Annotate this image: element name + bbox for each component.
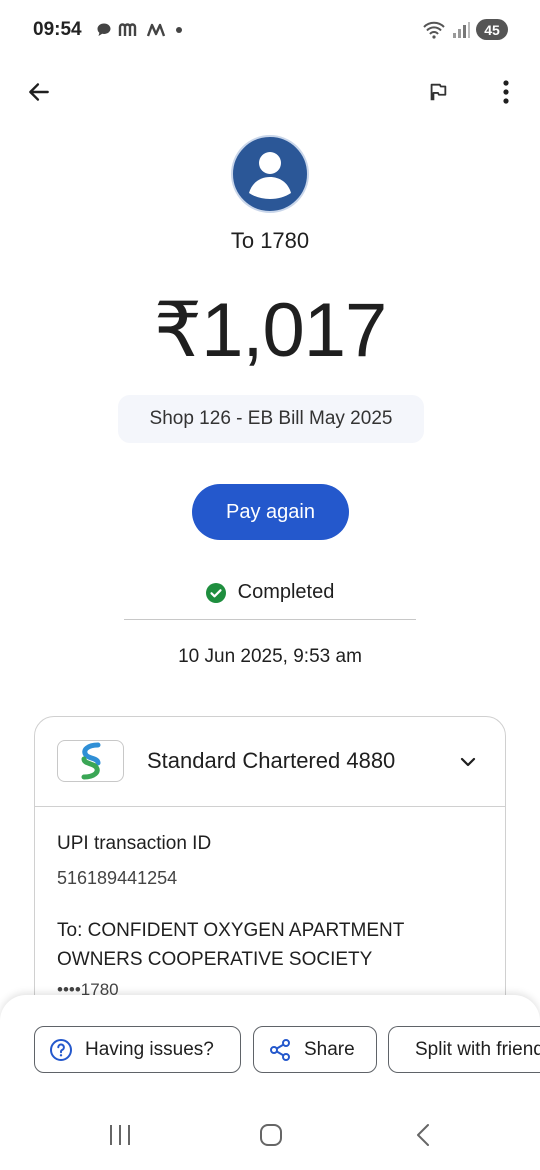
share-label: Share (304, 1038, 355, 1060)
flag-icon (430, 83, 447, 101)
status-bar: 09:54 45 (0, 0, 540, 60)
having-issues-label: Having issues? (85, 1038, 214, 1060)
chevron-down-icon (460, 757, 476, 767)
upi-id-value: 516189441254 (57, 868, 178, 888)
recipient-avatar (231, 135, 309, 213)
recent-apps-icon (110, 1125, 130, 1145)
help-circle-icon (50, 1038, 72, 1061)
chevron-left-icon (417, 1124, 429, 1146)
more-vertical-icon (503, 80, 509, 104)
bank-name: Standard Chartered 4880 (147, 748, 396, 773)
status-time: 09:54 (33, 19, 82, 40)
arrow-left-icon (29, 83, 49, 101)
having-issues-button[interactable]: Having issues? (34, 1026, 241, 1073)
back-button[interactable] (17, 70, 61, 114)
top-app-bar (0, 70, 540, 114)
home-button[interactable] (251, 1120, 291, 1150)
status-right-icons: 45 (422, 19, 508, 40)
bank-account-row[interactable]: Standard Chartered 4880 (35, 717, 505, 807)
home-icon (260, 1124, 282, 1146)
system-nav-bar (0, 1110, 540, 1160)
transaction-details-card: Standard Chartered 4880 UPI transaction … (34, 716, 506, 1036)
transaction-datetime: 10 Jun 2025, 9:53 am (178, 646, 362, 667)
payment-amount: ₹1,017 (153, 288, 388, 373)
upi-id-label: UPI transaction ID (57, 833, 212, 854)
share-button[interactable]: Share (253, 1026, 377, 1073)
divider (124, 619, 416, 620)
wifi-icon (423, 21, 445, 39)
payment-note: Shop 126 - EB Bill May 2025 (118, 395, 424, 443)
notification-icons (96, 22, 184, 38)
payment-status: Completed (0, 581, 540, 604)
expand-button[interactable] (453, 747, 483, 777)
payee-name: To: CONFIDENT OXYGEN APARTMENT OWNERS CO… (57, 920, 404, 970)
dot-icon (176, 27, 182, 33)
m-app-icon (146, 23, 166, 37)
recipient-label: To 1780 (230, 228, 310, 253)
split-button[interactable]: Split with friends (388, 1026, 540, 1073)
battery-indicator: 45 (476, 19, 508, 40)
person-icon (249, 152, 291, 199)
split-label: Split with friends (415, 1038, 540, 1060)
status-text: Completed (237, 581, 335, 603)
signal-icon (453, 21, 470, 38)
standard-chartered-logo-icon (81, 742, 100, 780)
system-back-button[interactable] (403, 1120, 443, 1150)
share-icon (270, 1038, 290, 1061)
bank-logo (57, 740, 124, 782)
more-options-button[interactable] (484, 70, 528, 114)
report-button[interactable] (416, 70, 460, 114)
check-circle-icon (205, 582, 226, 603)
m-app-icon (118, 23, 137, 36)
pay-again-button[interactable]: Pay again (192, 484, 349, 540)
chat-bubble-icon (97, 23, 111, 36)
recent-apps-button[interactable] (100, 1120, 140, 1150)
